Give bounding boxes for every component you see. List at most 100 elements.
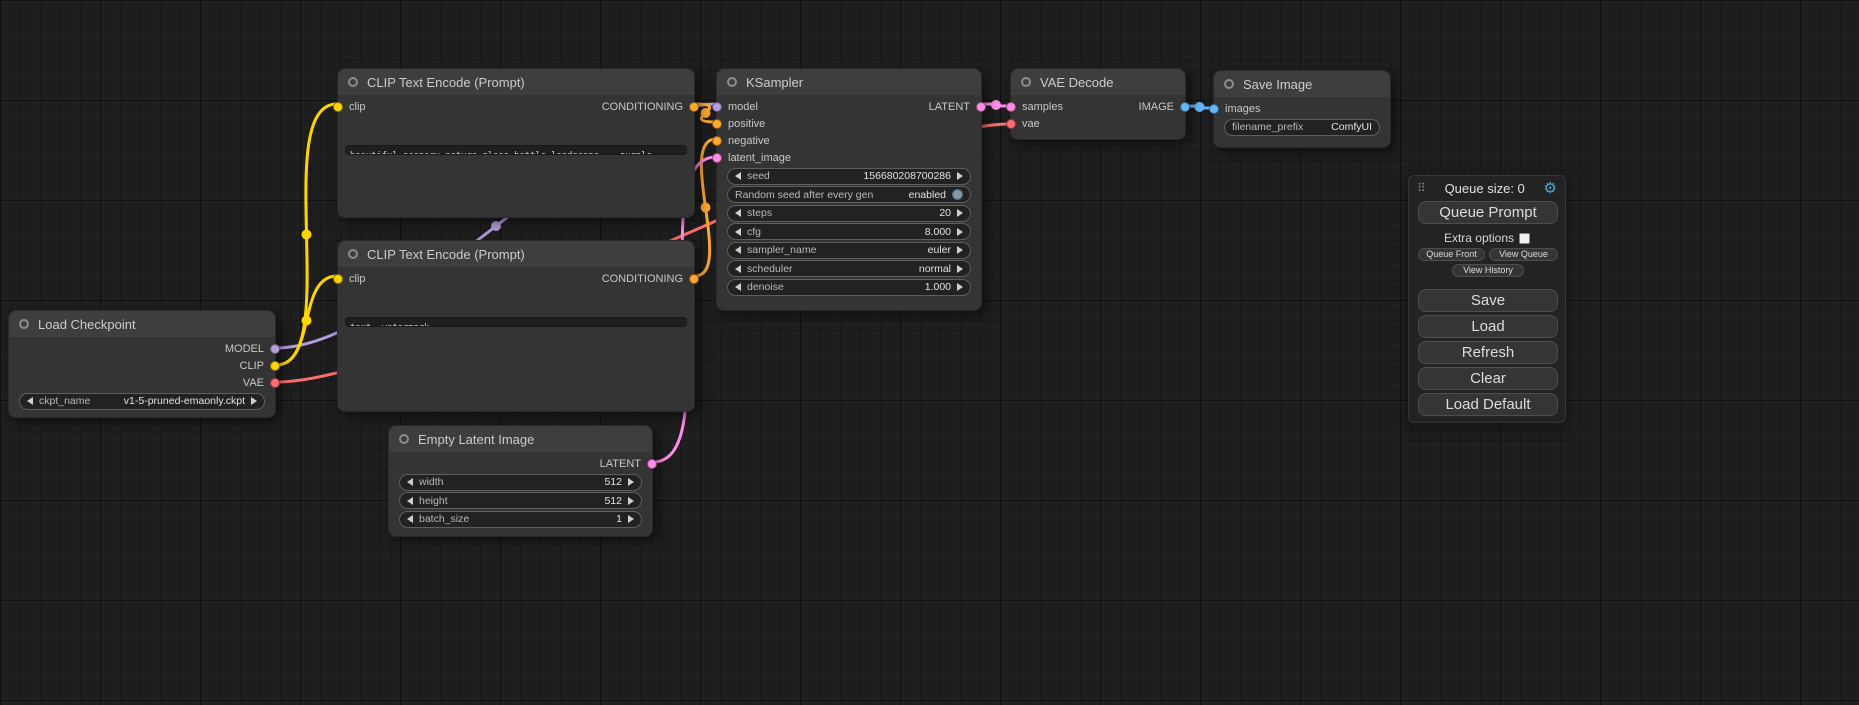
collapse-dot-icon[interactable]	[399, 434, 409, 444]
vae-input-socket[interactable]	[1006, 119, 1016, 129]
increment-arrow-icon[interactable]	[628, 478, 634, 486]
widget-seed[interactable]: seed 156680208700286	[727, 168, 971, 185]
decrement-arrow-icon[interactable]	[735, 283, 741, 291]
node-title: Load Checkpoint	[38, 317, 136, 332]
decrement-arrow-icon[interactable]	[735, 246, 741, 254]
collapse-dot-icon[interactable]	[348, 249, 358, 259]
toggle-knob[interactable]	[952, 189, 963, 200]
widget-label: seed	[747, 170, 770, 182]
decrement-arrow-icon[interactable]	[407, 515, 413, 523]
images-input-socket[interactable]	[1209, 104, 1219, 114]
latent-output-socket[interactable]	[976, 102, 986, 112]
load-default-button[interactable]: Load Default	[1418, 393, 1558, 416]
increment-arrow-icon[interactable]	[957, 246, 963, 254]
save-button[interactable]: Save	[1418, 289, 1558, 312]
widget-cfg[interactable]: cfg 8.000	[727, 223, 971, 240]
view-queue-button[interactable]: View Queue	[1489, 248, 1558, 261]
node-clip-text-encode-negative[interactable]: CLIP Text Encode (Prompt) clip CONDITION…	[337, 240, 695, 412]
decrement-arrow-icon[interactable]	[735, 265, 741, 273]
input-label-latent-image: latent_image	[728, 152, 791, 164]
output-label-conditioning: CONDITIONING	[602, 101, 683, 113]
decrement-arrow-icon[interactable]	[407, 478, 413, 486]
collapse-dot-icon[interactable]	[727, 77, 737, 87]
view-history-button[interactable]: View History	[1452, 264, 1524, 277]
increment-arrow-icon[interactable]	[957, 228, 963, 236]
collapse-dot-icon[interactable]	[348, 77, 358, 87]
positive-prompt-textarea[interactable]: beautiful scenery nature glass bottle la…	[345, 145, 687, 155]
image-output-socket[interactable]	[1180, 102, 1190, 112]
clip-input-socket[interactable]	[333, 102, 343, 112]
clear-button[interactable]: Clear	[1418, 367, 1558, 390]
queue-prompt-button[interactable]: Queue Prompt	[1418, 201, 1558, 224]
increment-arrow-icon[interactable]	[251, 397, 257, 405]
node-load-checkpoint[interactable]: Load Checkpoint MODEL CLIP VAE ckpt_name…	[8, 310, 276, 418]
conditioning-output-socket[interactable]	[689, 102, 699, 112]
positive-input-socket[interactable]	[712, 119, 722, 129]
node-title-bar[interactable]: Load Checkpoint	[9, 311, 275, 337]
latent-image-input-socket[interactable]	[712, 153, 722, 163]
widget-width[interactable]: width 512	[399, 474, 642, 491]
decrement-arrow-icon[interactable]	[735, 172, 741, 180]
node-title-bar[interactable]: CLIP Text Encode (Prompt)	[338, 241, 694, 267]
widget-denoise[interactable]: denoise 1.000	[727, 279, 971, 296]
node-vae-decode[interactable]: VAE Decode samples IMAGE vae	[1010, 68, 1186, 140]
graph-canvas[interactable]: Load Checkpoint MODEL CLIP VAE ckpt_name…	[0, 0, 1859, 705]
widget-value: normal	[919, 263, 951, 275]
node-clip-text-encode-positive[interactable]: CLIP Text Encode (Prompt) clip CONDITION…	[337, 68, 695, 218]
increment-arrow-icon[interactable]	[957, 172, 963, 180]
node-body: images filename_prefix ComfyUI	[1214, 97, 1390, 136]
negative-prompt-textarea[interactable]: text, watermark	[345, 317, 687, 327]
widget-random-seed[interactable]: Random seed after every gen enabled	[727, 186, 971, 203]
node-save-image[interactable]: Save Image images filename_prefix ComfyU…	[1213, 70, 1391, 148]
node-title-bar[interactable]: Empty Latent Image	[389, 426, 652, 452]
widget-label: Random seed after every gen	[735, 189, 873, 201]
widget-value: v1-5-pruned-emaonly.ckpt	[124, 395, 245, 407]
widget-sampler-name[interactable]: sampler_name euler	[727, 242, 971, 259]
node-empty-latent-image[interactable]: Empty Latent Image LATENT width 512 heig…	[388, 425, 653, 537]
widget-label: batch_size	[419, 513, 469, 525]
conditioning-output-socket[interactable]	[689, 274, 699, 284]
refresh-button[interactable]: Refresh	[1418, 341, 1558, 364]
decrement-arrow-icon[interactable]	[27, 397, 33, 405]
negative-input-socket[interactable]	[712, 136, 722, 146]
collapse-dot-icon[interactable]	[1224, 79, 1234, 89]
increment-arrow-icon[interactable]	[957, 265, 963, 273]
slot-row: model LATENT	[717, 98, 981, 115]
extra-options-checkbox[interactable]	[1519, 233, 1530, 244]
drag-handle-icon[interactable]: ⠿	[1417, 182, 1426, 194]
increment-arrow-icon[interactable]	[628, 497, 634, 505]
widget-scheduler[interactable]: scheduler normal	[727, 260, 971, 277]
model-input-socket[interactable]	[712, 102, 722, 112]
widget-batch-size[interactable]: batch_size 1	[399, 511, 642, 528]
vae-output-socket[interactable]	[270, 378, 280, 388]
widget-ckpt-name[interactable]: ckpt_name v1-5-pruned-emaonly.ckpt	[19, 393, 265, 410]
settings-gear-icon[interactable]: ⚙	[1544, 181, 1557, 196]
decrement-arrow-icon[interactable]	[735, 209, 741, 217]
increment-arrow-icon[interactable]	[957, 209, 963, 217]
input-slot-negative: negative	[717, 132, 981, 149]
clip-input-socket[interactable]	[333, 274, 343, 284]
increment-arrow-icon[interactable]	[628, 515, 634, 523]
collapse-dot-icon[interactable]	[19, 319, 29, 329]
output-slot-vae: VAE	[9, 374, 275, 391]
node-title-bar[interactable]: CLIP Text Encode (Prompt)	[338, 69, 694, 95]
latent-output-socket[interactable]	[647, 459, 657, 469]
node-title-bar[interactable]: Save Image	[1214, 71, 1390, 97]
node-title-bar[interactable]: VAE Decode	[1011, 69, 1185, 95]
decrement-arrow-icon[interactable]	[735, 228, 741, 236]
collapse-dot-icon[interactable]	[1021, 77, 1031, 87]
samples-input-socket[interactable]	[1006, 102, 1016, 112]
model-output-socket[interactable]	[270, 344, 280, 354]
queue-front-button[interactable]: Queue Front	[1418, 248, 1485, 261]
load-button[interactable]: Load	[1418, 315, 1558, 338]
decrement-arrow-icon[interactable]	[407, 497, 413, 505]
clip-output-socket[interactable]	[270, 361, 280, 371]
widget-steps[interactable]: steps 20	[727, 205, 971, 222]
node-title-bar[interactable]: KSampler	[717, 69, 981, 95]
node-ksampler[interactable]: KSampler model LATENT positive negative …	[716, 68, 982, 311]
increment-arrow-icon[interactable]	[957, 283, 963, 291]
wire-midpoint-dot	[1195, 102, 1205, 112]
input-label-negative: negative	[728, 135, 770, 147]
widget-height[interactable]: height 512	[399, 492, 642, 509]
widget-filename-prefix[interactable]: filename_prefix ComfyUI	[1224, 119, 1380, 136]
